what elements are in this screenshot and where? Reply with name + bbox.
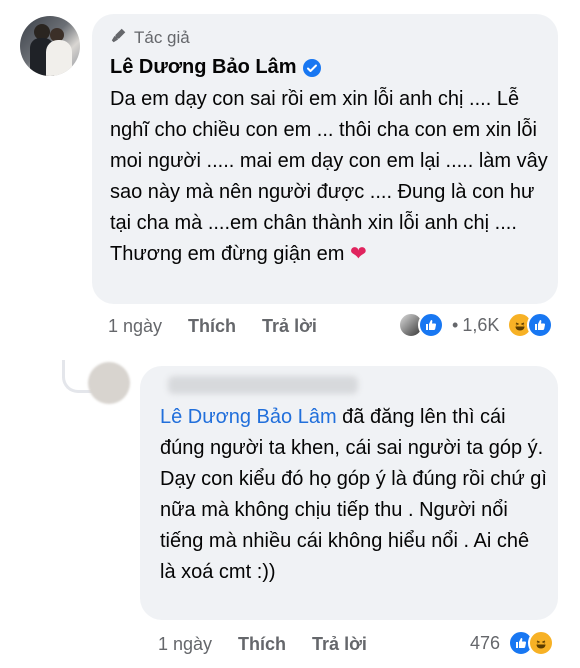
author-role-label: Tác giả xyxy=(134,27,190,47)
reply-reactions-summary[interactable]: 476 xyxy=(470,630,555,656)
haha-reaction-icon xyxy=(528,630,555,656)
reply-button[interactable]: Trả lời xyxy=(312,634,367,655)
heart-emoji-icon: ❤ xyxy=(350,243,367,265)
reply-button[interactable]: Trả lời xyxy=(262,316,317,337)
author-role-badge: Tác giả xyxy=(110,26,190,49)
reply-text: Lê Dương Bảo Lâm đã đăng lên thì cái đún… xyxy=(160,406,547,583)
microphone-icon xyxy=(110,26,128,49)
like-button[interactable]: Thích xyxy=(238,634,286,655)
verified-badge-icon xyxy=(302,58,321,77)
comment-bubble-reply: Lê Dương Bảo Lâm đã đăng lên thì cái đún… xyxy=(140,366,558,620)
comment-text: Da em dạy con sai rồi em xin lỗi anh chị… xyxy=(110,88,548,265)
mention-link[interactable]: Lê Dương Bảo Lâm xyxy=(160,406,337,428)
comment-actions: 1 ngày Thích Trả lời xyxy=(108,316,317,337)
comment-timestamp[interactable]: 1 ngày xyxy=(108,316,162,337)
reply-avatar[interactable] xyxy=(88,362,130,404)
comment-bubble-author: Tác giả Lê Dương Bảo Lâm Da em dạy con s… xyxy=(92,14,558,304)
reaction-count: 1,6K xyxy=(462,314,500,335)
reaction-count: 476 xyxy=(470,632,501,653)
reactions-summary[interactable]: • 1,6K xyxy=(398,312,554,338)
author-avatar[interactable] xyxy=(20,16,80,76)
reply-timestamp[interactable]: 1 ngày xyxy=(158,634,212,655)
comment-author-name[interactable]: Lê Dương Bảo Lâm xyxy=(110,56,297,79)
reply-actions: 1 ngày Thích Trả lời xyxy=(158,634,367,655)
like-reaction-icon xyxy=(527,312,554,338)
like-button[interactable]: Thích xyxy=(188,316,236,337)
like-reaction-icon xyxy=(418,312,444,338)
reply-author-name-blurred xyxy=(168,376,358,394)
